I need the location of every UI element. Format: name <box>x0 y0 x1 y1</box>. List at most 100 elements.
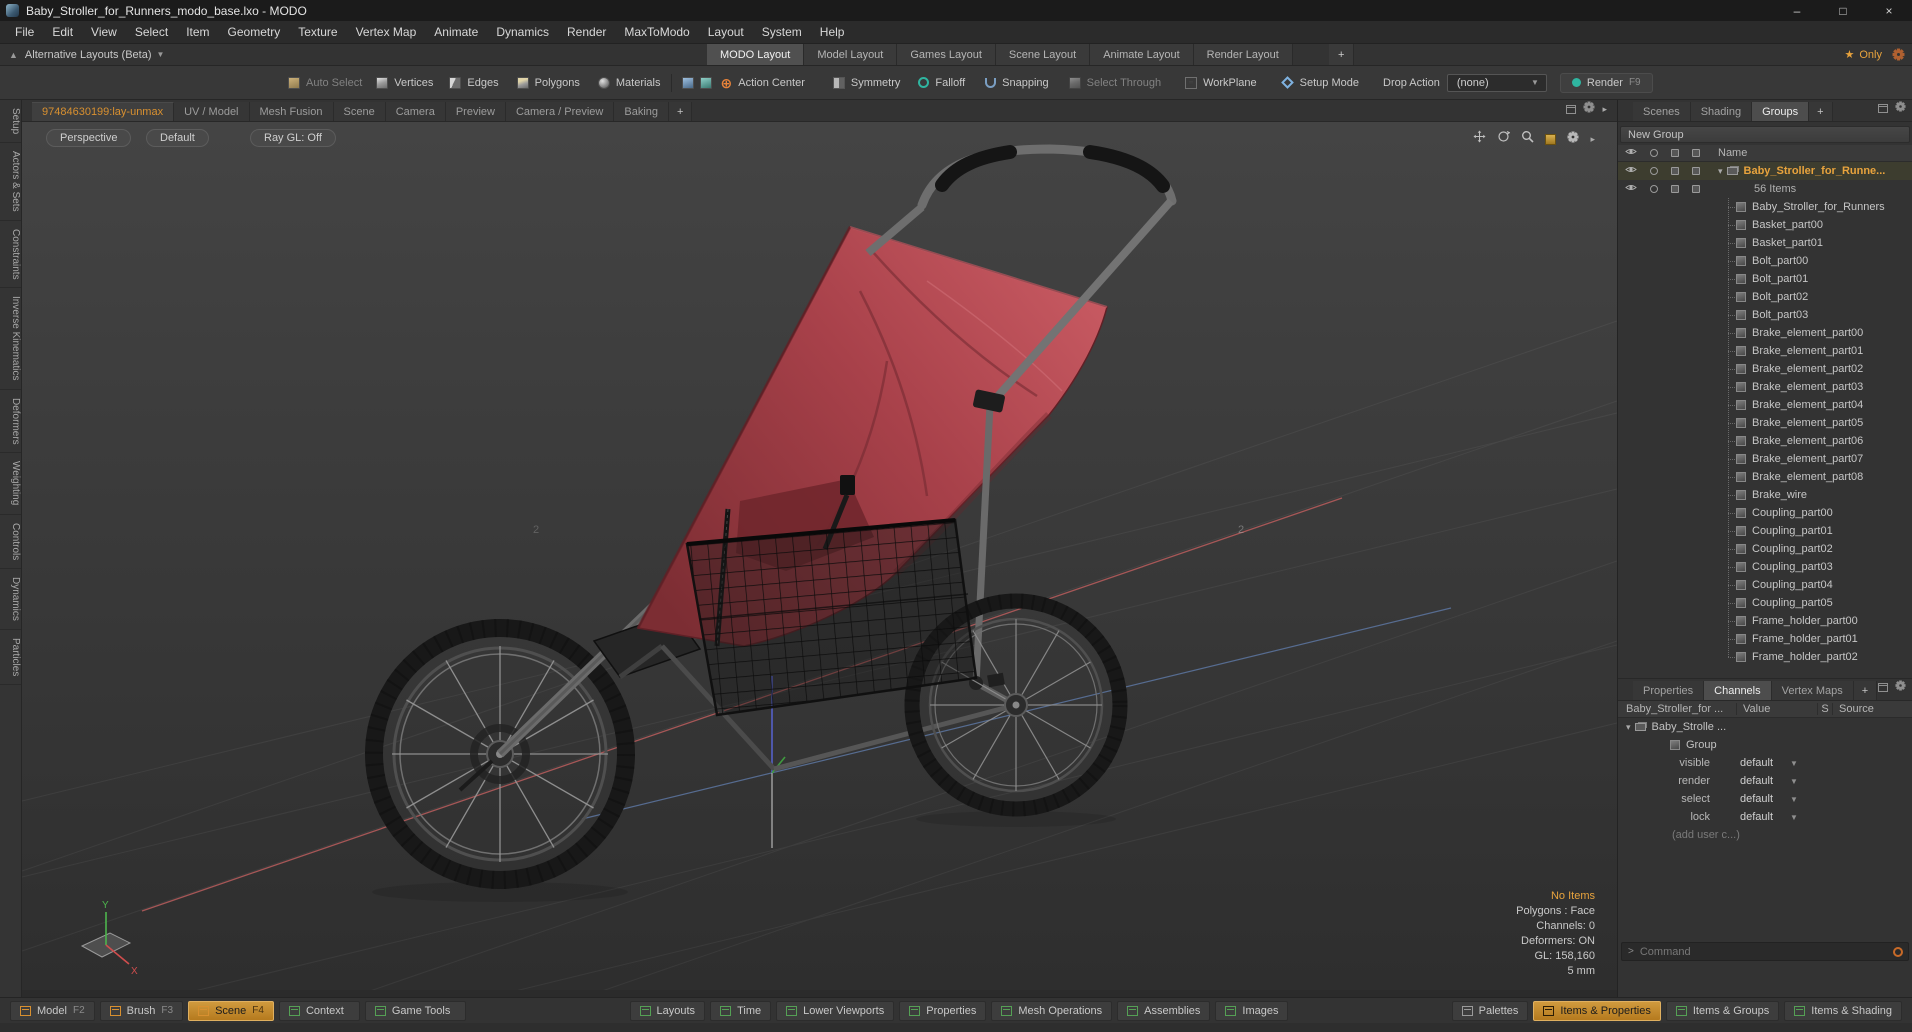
minimize-button[interactable]: – <box>1774 0 1820 21</box>
group-tree-item[interactable]: Basket_part01 <box>1618 234 1912 252</box>
group-tree-item[interactable]: Brake_element_part01 <box>1618 342 1912 360</box>
action-axis-icon[interactable] <box>681 76 694 89</box>
left-tab[interactable]: Dynamics <box>0 569 21 630</box>
symmetry-button[interactable]: Symmetry <box>832 76 900 89</box>
render-button[interactable]: Render F9 <box>1559 72 1653 93</box>
group-root-row[interactable]: ▾ Baby_Stroller_for_Runne... <box>1618 162 1912 180</box>
group-tree-item[interactable]: Coupling_part04 <box>1618 576 1912 594</box>
group-tree-item[interactable]: Bolt_part03 <box>1618 306 1912 324</box>
action-center-button[interactable]: ⊕ Action Center <box>721 76 805 90</box>
group-tree-item[interactable]: Frame_holder_part00 <box>1618 612 1912 630</box>
layoutbar-gear-icon[interactable] <box>1892 48 1905 66</box>
command-bar[interactable]: > Command <box>1621 942 1909 961</box>
popout-icon[interactable] <box>1566 104 1577 114</box>
add-item-list-tab-button[interactable]: + <box>1809 102 1833 121</box>
group-tree-item[interactable]: Brake_element_part06 <box>1618 432 1912 450</box>
item-list-tab[interactable]: Groups <box>1752 102 1810 121</box>
render-toggle-icon[interactable] <box>1650 149 1658 157</box>
render-toggle-icon[interactable] <box>1650 185 1658 193</box>
item-list-tab[interactable]: Shading <box>1690 102 1753 121</box>
group-tree-item[interactable]: Brake_element_part07 <box>1618 450 1912 468</box>
new-group-button[interactable]: New Group <box>1620 126 1910 143</box>
strip-caret-icon[interactable]: ▸ <box>1602 104 1607 115</box>
group-tree-item[interactable]: Basket_part00 <box>1618 216 1912 234</box>
panel-button[interactable]: Time <box>710 1000 772 1021</box>
menu-item[interactable]: MaxToModo <box>615 25 698 39</box>
group-tree-item[interactable]: Coupling_part02 <box>1618 540 1912 558</box>
group-tree-item[interactable]: Brake_element_part00 <box>1618 324 1912 342</box>
command-input[interactable]: Command <box>1640 946 1691 958</box>
menu-item[interactable]: Geometry <box>219 25 290 39</box>
group-tree-item[interactable]: Frame_holder_part01 <box>1618 630 1912 648</box>
menu-item[interactable]: Select <box>126 25 177 39</box>
group-tree-item[interactable]: Coupling_part00 <box>1618 504 1912 522</box>
polygons-mode-button[interactable]: Polygons <box>516 76 580 89</box>
expand-caret-icon[interactable]: ▾ <box>1626 722 1631 733</box>
viewport-options-gear-icon[interactable] <box>1567 130 1579 148</box>
panel-button[interactable]: Mesh Operations <box>991 1000 1113 1021</box>
group-tree-item[interactable]: Coupling_part01 <box>1618 522 1912 540</box>
materials-mode-button[interactable]: Materials <box>597 76 661 89</box>
panel-button[interactable]: Lower Viewports <box>776 1000 895 1021</box>
raygl-toggle-button[interactable]: Ray GL: Off <box>250 129 336 147</box>
layout-preset-button[interactable]: Palettes <box>1451 1000 1529 1021</box>
panel-button[interactable]: Properties <box>899 1000 987 1021</box>
menu-item[interactable]: Edit <box>43 25 82 39</box>
raygl-quick-icon[interactable] <box>1545 133 1557 145</box>
add-layout-tab-button[interactable]: + <box>1329 44 1355 65</box>
channels-tab[interactable]: Vertex Maps <box>1771 681 1854 700</box>
channels-gear-icon[interactable] <box>1895 678 1906 696</box>
shading-style-button[interactable]: Default <box>146 129 209 147</box>
viewport-tab[interactable]: UV / Model <box>174 102 250 121</box>
popout-icon[interactable] <box>1878 682 1888 692</box>
snapping-button[interactable]: Snapping <box>985 77 1049 89</box>
edges-mode-button[interactable]: Edges <box>449 76 499 89</box>
group-tree-item[interactable]: Brake_wire <box>1618 486 1912 504</box>
left-tab[interactable]: Weighting <box>0 453 21 515</box>
mode-button[interactable]: Model F2 <box>10 1000 95 1021</box>
group-tree-item[interactable]: Bolt_part00 <box>1618 252 1912 270</box>
layout-preset-button[interactable]: Items & Properties <box>1533 1000 1661 1021</box>
layout-tab[interactable]: MODO Layout <box>707 44 805 65</box>
viewport-tab[interactable]: Scene <box>333 102 386 121</box>
item-list-tab[interactable]: Scenes <box>1633 102 1691 121</box>
menu-item[interactable]: Layout <box>699 25 753 39</box>
expand-caret-icon[interactable]: ▾ <box>1718 166 1723 177</box>
select-toggle-icon[interactable] <box>1692 167 1700 175</box>
select-toggle-icon[interactable] <box>1692 185 1700 193</box>
chevron-down-icon[interactable]: ▼ <box>1790 813 1798 822</box>
add-user-channel-row[interactable]: (add user c...) <box>1618 826 1912 844</box>
layout-tab[interactable]: Model Layout <box>804 44 898 65</box>
group-tree-item[interactable]: Bolt_part02 <box>1618 288 1912 306</box>
drop-action-select[interactable]: (none) ▼ <box>1446 73 1547 92</box>
left-tab[interactable]: Actors & Sets <box>0 143 21 221</box>
layout-tab[interactable]: Games Layout <box>897 44 996 65</box>
select-toggle-icon[interactable] <box>1692 149 1700 157</box>
3d-viewport[interactable]: 2 2 Y X Perspective Default Ray GL: Off … <box>22 122 1617 990</box>
channel-value-dropdown[interactable]: default <box>1740 811 1790 823</box>
orbit-icon[interactable] <box>1497 130 1511 148</box>
chevron-down-icon[interactable]: ▼ <box>1790 795 1798 804</box>
menu-item[interactable]: Texture <box>289 25 346 39</box>
channels-root-row[interactable]: ▾ Baby_Strolle ... <box>1618 718 1912 736</box>
render-toggle-icon[interactable] <box>1650 167 1658 175</box>
menu-item[interactable]: Animate <box>425 25 487 39</box>
group-tree-item[interactable]: Coupling_part03 <box>1618 558 1912 576</box>
zoom-icon[interactable] <box>1521 130 1535 148</box>
up-arrow-icon[interactable]: ▲ <box>9 50 18 60</box>
group-tree-item[interactable]: Frame_holder_part02 <box>1618 648 1912 666</box>
channels-tab[interactable]: Properties <box>1633 681 1705 700</box>
viewport-more-icon[interactable]: ▸ <box>1590 134 1595 145</box>
left-tab[interactable]: Setup <box>0 100 21 144</box>
panel-button[interactable]: Layouts <box>629 1000 706 1021</box>
menu-item[interactable]: System <box>753 25 811 39</box>
group-tree-item[interactable]: Bolt_part01 <box>1618 270 1912 288</box>
viewport-tab[interactable]: Baking <box>614 102 670 121</box>
channel-value-dropdown[interactable]: default <box>1740 793 1790 805</box>
command-history-icon[interactable]: > <box>1622 946 1640 957</box>
menu-item[interactable]: Item <box>177 25 218 39</box>
pan-icon[interactable] <box>1473 130 1486 148</box>
vertices-mode-button[interactable]: Vertices <box>376 76 433 89</box>
perspective-view-button[interactable]: Perspective <box>46 129 132 147</box>
mode-button[interactable]: Game Tools <box>364 1000 467 1021</box>
